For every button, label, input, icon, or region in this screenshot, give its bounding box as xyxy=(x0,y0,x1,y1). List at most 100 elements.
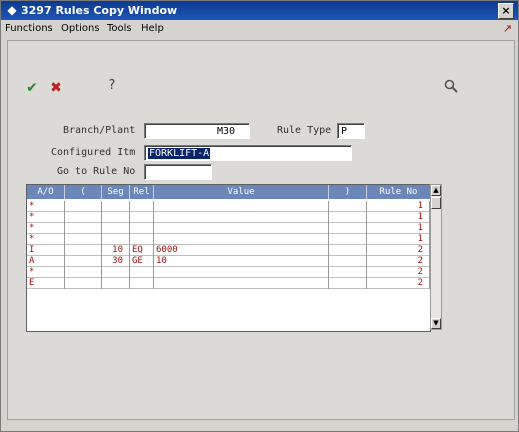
cell-ao[interactable]: I xyxy=(27,245,65,256)
cell-ao[interactable]: * xyxy=(27,223,65,234)
menu-functions[interactable]: Functions xyxy=(5,23,53,34)
cell-open-paren[interactable] xyxy=(65,234,102,245)
cell-close-paren[interactable] xyxy=(329,234,367,245)
cell-seg[interactable] xyxy=(102,234,130,245)
goto-rule-field[interactable] xyxy=(144,164,212,180)
col-header-close-paren[interactable]: ) xyxy=(329,185,367,199)
cell-open-paren[interactable] xyxy=(65,278,102,289)
grid-scrollbar[interactable]: ▲ ▼ xyxy=(430,184,442,330)
cell-open-paren[interactable] xyxy=(65,212,102,223)
cell-value[interactable] xyxy=(154,212,329,223)
cell-rule-no[interactable]: 1 xyxy=(367,223,430,234)
cell-rel[interactable]: EQ xyxy=(130,245,154,256)
cell-ao[interactable]: * xyxy=(27,234,65,245)
cell-rel[interactable]: GE xyxy=(130,256,154,267)
cell-rule-no[interactable]: 2 xyxy=(367,278,430,289)
ok-check-icon[interactable]: ✔ xyxy=(23,79,41,97)
cell-close-paren[interactable] xyxy=(329,267,367,278)
table-row[interactable]: * 1 xyxy=(27,201,430,212)
cell-open-paren[interactable] xyxy=(65,245,102,256)
cell-value[interactable] xyxy=(154,267,329,278)
app-icon: ◆ xyxy=(7,3,17,17)
table-row[interactable]: * 1 xyxy=(27,223,430,234)
cell-open-paren[interactable] xyxy=(65,256,102,267)
cell-rule-no[interactable]: 2 xyxy=(367,245,430,256)
col-header-value[interactable]: Value xyxy=(154,185,329,199)
cell-rel[interactable] xyxy=(130,234,154,245)
table-row[interactable]: E2 xyxy=(27,278,430,289)
cell-rel[interactable] xyxy=(130,267,154,278)
cell-rule-no[interactable]: 1 xyxy=(367,234,430,245)
menu-help[interactable]: Help xyxy=(141,23,164,34)
rules-grid: A/O ( Seg Rel Value ) Rule No * 1 * 1 * 1 * 1 I 1… xyxy=(26,184,431,332)
cell-ao[interactable]: * xyxy=(27,212,65,223)
help-icon[interactable]: ? xyxy=(103,77,121,95)
table-row[interactable]: * 2 xyxy=(27,267,430,278)
table-row[interactable]: A 30 GE 10 2 xyxy=(27,256,430,267)
cell-rule-no[interactable]: 1 xyxy=(367,201,430,212)
scroll-up-arrow[interactable]: ▲ xyxy=(431,185,441,196)
col-header-rule-no[interactable]: Rule No xyxy=(367,185,430,199)
menu-tools[interactable]: Tools xyxy=(107,23,132,34)
menu-bar: Functions Options Tools Help ↗ xyxy=(1,21,518,38)
cell-rule-no[interactable]: 1 xyxy=(367,212,430,223)
branch-plant-field[interactable]: M30 xyxy=(144,123,250,139)
cell-rule-no[interactable]: 2 xyxy=(367,256,430,267)
cell-seg[interactable] xyxy=(102,223,130,234)
rule-type-field[interactable]: P xyxy=(337,123,365,139)
col-header-open-paren[interactable]: ( xyxy=(65,185,102,199)
goto-rule-label: Go to Rule No xyxy=(57,166,136,177)
cell-seg[interactable] xyxy=(102,267,130,278)
cancel-x-icon[interactable]: ✖ xyxy=(47,79,65,97)
menu-options[interactable]: Options xyxy=(61,23,100,34)
search-icon[interactable] xyxy=(442,79,460,97)
cell-ao[interactable]: * xyxy=(27,267,65,278)
cell-value[interactable] xyxy=(154,234,329,245)
scroll-thumb[interactable] xyxy=(431,197,441,209)
col-header-seg[interactable]: Seg xyxy=(102,185,130,199)
exit-icon[interactable]: ↗ xyxy=(503,22,512,35)
grid-header: A/O ( Seg Rel Value ) Rule No xyxy=(27,185,430,199)
cell-open-paren[interactable] xyxy=(65,223,102,234)
scroll-down-arrow[interactable]: ▼ xyxy=(431,318,441,329)
cell-seg[interactable] xyxy=(102,212,130,223)
cell-close-paren[interactable] xyxy=(329,256,367,267)
cell-rel[interactable] xyxy=(130,201,154,212)
rule-type-label: Rule Type xyxy=(277,125,332,136)
cell-rel[interactable] xyxy=(130,223,154,234)
cell-rel[interactable] xyxy=(130,278,154,289)
cell-value[interactable]: 6000 xyxy=(154,245,329,256)
cell-seg[interactable]: 30 xyxy=(102,256,130,267)
cell-value[interactable] xyxy=(154,278,329,289)
cell-seg[interactable] xyxy=(102,201,130,212)
cell-rule-no[interactable]: 2 xyxy=(367,267,430,278)
cell-close-paren[interactable] xyxy=(329,212,367,223)
cell-ao[interactable]: E xyxy=(27,278,65,289)
cell-seg[interactable]: 10 xyxy=(102,245,130,256)
title-bar: ◆ 3297 Rules Copy Window × xyxy=(1,1,518,20)
table-row[interactable]: I 10 EQ 6000 2 xyxy=(27,245,430,256)
cell-value[interactable] xyxy=(154,201,329,212)
cell-value[interactable] xyxy=(154,223,329,234)
cell-close-paren[interactable] xyxy=(329,245,367,256)
close-button[interactable]: × xyxy=(498,3,514,19)
col-header-rel[interactable]: Rel xyxy=(130,185,154,199)
cell-ao[interactable]: * xyxy=(27,201,65,212)
configured-item-field[interactable]: FORKLIFT-A xyxy=(144,145,352,161)
table-row[interactable]: * 1 xyxy=(27,212,430,223)
cell-seg[interactable] xyxy=(102,278,130,289)
branch-plant-label: Branch/Plant xyxy=(63,125,136,136)
configured-item-value: FORKLIFT-A xyxy=(148,148,211,159)
cell-close-paren[interactable] xyxy=(329,278,367,289)
col-header-ao[interactable]: A/O xyxy=(27,185,65,199)
configured-item-label: Configured Itm xyxy=(51,147,136,158)
cell-open-paren[interactable] xyxy=(65,267,102,278)
cell-value[interactable]: 10 xyxy=(154,256,329,267)
cell-ao[interactable]: A xyxy=(27,256,65,267)
table-row[interactable]: * 1 xyxy=(27,234,430,245)
cell-rel[interactable] xyxy=(130,212,154,223)
cell-close-paren[interactable] xyxy=(329,223,367,234)
window-title: 3297 Rules Copy Window xyxy=(21,4,178,17)
cell-open-paren[interactable] xyxy=(65,201,102,212)
cell-close-paren[interactable] xyxy=(329,201,367,212)
